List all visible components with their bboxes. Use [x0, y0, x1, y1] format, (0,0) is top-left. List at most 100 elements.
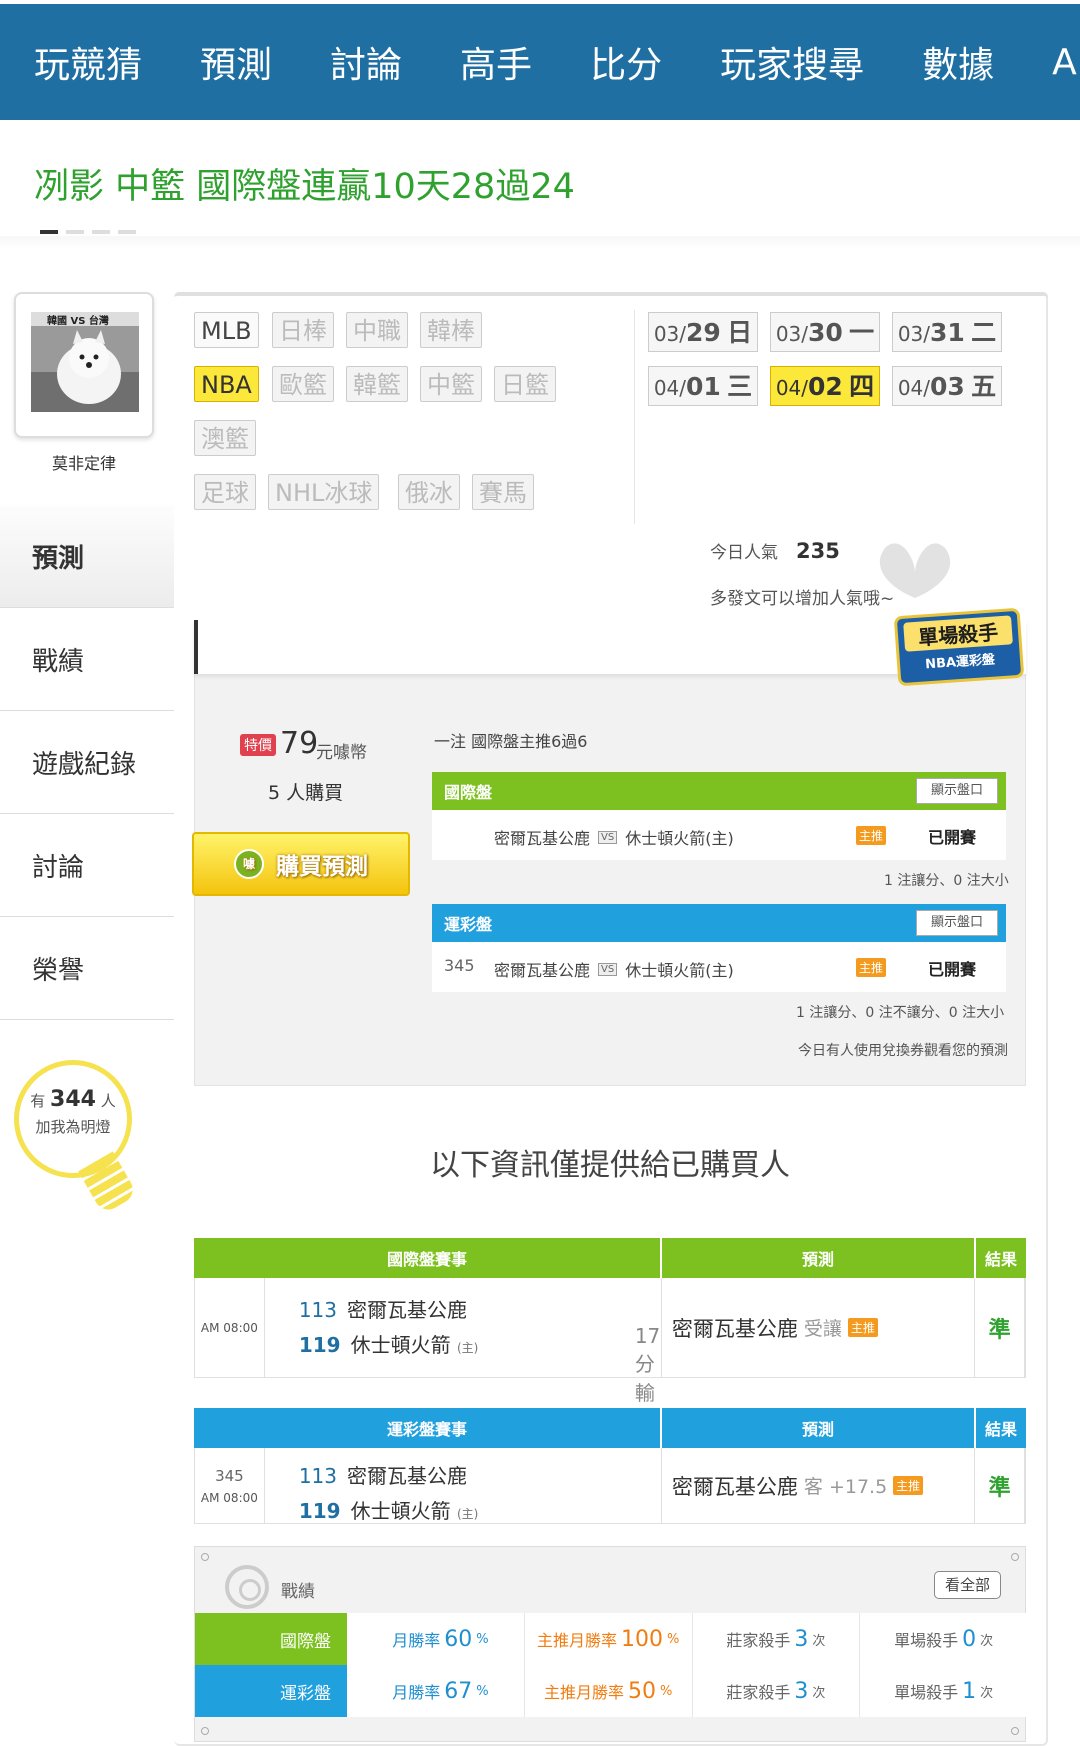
main-card-top	[174, 292, 1048, 302]
date-chip[interactable]: 04/01 三	[648, 366, 758, 406]
date-chip[interactable]: 03/29 日	[648, 312, 758, 352]
banker-killer-label: 莊家殺手	[726, 1683, 791, 1702]
sport-chip-nba[interactable]: NBA	[194, 366, 259, 402]
date-chip[interactable]: 03/30 一	[770, 312, 880, 352]
headline-link[interactable]: 冽影 中籃 國際盤連贏10天28過24	[34, 158, 575, 209]
sport-chip-soccer[interactable]: 足球	[194, 474, 256, 510]
away-team: 密爾瓦基公鹿	[347, 1464, 468, 1488]
sport-chip-khl[interactable]: 俄冰	[398, 474, 460, 510]
carousel-dot[interactable]	[66, 230, 84, 234]
col-header: 預測	[662, 1408, 976, 1448]
sport-chip-korea-basketball[interactable]: 韓籃	[346, 366, 408, 402]
sport-chip-npb[interactable]: 日棒	[272, 312, 334, 348]
main-pick-tag: 主推	[856, 958, 887, 977]
avatar-card[interactable]: 韓國 VS 台灣	[14, 292, 154, 438]
times-unit: 次	[980, 1685, 994, 1701]
record-box: 戰績 看全部 國際盤 月勝率 60% 主推月勝率 100% 莊家殺手 3 次 單場殺手 0…	[194, 1546, 1027, 1742]
monthly-win-rate: 67	[444, 1678, 473, 1704]
home-team: 休士頓火箭(主)	[625, 829, 734, 848]
fans-count: 344	[50, 1087, 96, 1112]
game-number: 345	[215, 1466, 244, 1485]
show-odds-button[interactable]: 顯示盤口	[915, 910, 998, 936]
banker-killer-label: 莊家殺手	[726, 1631, 791, 1650]
prediction-desc: 一注 國際盤主推6過6	[434, 732, 588, 751]
carousel-dot[interactable]	[92, 230, 110, 234]
nav-item-data[interactable]: 數據	[922, 36, 994, 88]
pick-team: 密爾瓦基公鹿	[671, 1474, 798, 1499]
sport-chip-japan-basketball[interactable]: 日籃	[494, 366, 556, 402]
date-chip-selected[interactable]: 04/02 四	[770, 366, 880, 406]
sidebar-item-record[interactable]: 戰績	[0, 608, 174, 711]
sport-chip-horse-racing[interactable]: 賽馬	[472, 474, 534, 510]
intl-bet-note: 1 注讓分、0 注大小	[884, 873, 1009, 889]
date-chip[interactable]: 04/03 五	[892, 366, 1002, 406]
sport-chip-cpbl[interactable]: 中職	[346, 312, 408, 348]
show-odds-button[interactable]: 顯示盤口	[915, 778, 998, 804]
nav-item-app[interactable]: APP	[1052, 42, 1080, 83]
date-md: 03/	[653, 322, 686, 346]
col-header: 運彩盤賽事	[194, 1408, 662, 1448]
sidebar-item-honor[interactable]: 榮譽	[0, 917, 174, 1020]
pct-unit: %	[476, 1683, 489, 1699]
vs-icon: VS	[598, 962, 618, 976]
main-monthly-win-rate: 50	[627, 1678, 656, 1704]
result: 準	[975, 1448, 1026, 1523]
butterfly-icon	[879, 543, 951, 598]
profile-name: 莫非定律	[51, 454, 116, 473]
intl-market-header: 國際盤 顯示盤口	[432, 772, 1006, 810]
popularity: 今日人氣 235	[710, 538, 840, 563]
away-team: 密爾瓦基公鹿	[494, 961, 591, 980]
nav-item-guess[interactable]: 玩競猜	[34, 36, 142, 88]
nav-item-experts[interactable]: 高手	[460, 36, 532, 88]
record-row-lottery: 運彩盤 月勝率 67% 主推月勝率 50% 莊家殺手 3 次 單場殺手 1 次	[195, 1665, 1027, 1717]
sport-chip-kbo[interactable]: 韓棒	[420, 312, 482, 348]
pct-unit: %	[666, 1631, 680, 1647]
monthly-label: 月勝率	[392, 1683, 441, 1702]
lottery-result-table: 運彩盤賽事 預測 結果 345 AM 08:00 113 密爾瓦基公鹿 119 休士頓…	[194, 1408, 1026, 1524]
sidebar-item-discuss[interactable]: 討論	[0, 814, 174, 917]
single-killer-label: 單場殺手	[894, 1631, 959, 1650]
col-header: 國際盤賽事	[194, 1238, 662, 1278]
sport-chip-china-basketball[interactable]: 中籃	[420, 366, 482, 402]
away-num: 113	[298, 1298, 338, 1322]
main-monthly-label: 主推月勝率	[543, 1683, 624, 1702]
sport-chip-euro-basketball[interactable]: 歐籃	[272, 366, 334, 402]
fans-text: 加我為明燈	[35, 1118, 111, 1136]
date-md: 04/	[653, 376, 686, 400]
sport-chip-aus-basketball[interactable]: 澳籃	[194, 420, 256, 456]
away-team: 密爾瓦基公鹿	[494, 829, 591, 848]
single-killer-label: 單場殺手	[894, 1683, 959, 1702]
sidebar-item-predict[interactable]: 預測	[0, 505, 174, 608]
carousel-dot[interactable]	[118, 230, 136, 234]
nav-item-scores[interactable]: 比分	[590, 36, 662, 88]
date-day: 03	[930, 372, 965, 401]
lottery-market-title: 運彩盤	[444, 915, 493, 934]
sidebar-item-game-log[interactable]: 遊戲紀錄	[0, 711, 174, 814]
buy-prediction-button[interactable]: 噱 購買預測	[192, 832, 410, 896]
carousel-dot[interactable]	[40, 230, 58, 234]
sport-chip-mlb[interactable]: MLB	[194, 312, 259, 348]
single-killer-count: 1	[962, 1678, 977, 1704]
fans-bulb[interactable]: 有 344 人 加我為明燈	[14, 1060, 132, 1178]
corner-dot	[1011, 1727, 1019, 1735]
monthly-win-rate: 60	[444, 1626, 473, 1652]
col-header: 結果	[976, 1408, 1026, 1448]
corner-dot	[1011, 1553, 1019, 1561]
home-num: 119	[298, 1333, 341, 1357]
view-all-button[interactable]: 看全部	[933, 1571, 1001, 1599]
intl-market-title: 國際盤	[444, 783, 493, 802]
date-weekday: 三	[727, 372, 753, 401]
nav-item-predict[interactable]: 預測	[200, 36, 272, 88]
home-mark: (主)	[456, 1507, 479, 1521]
sport-chip-nhl[interactable]: NHL冰球	[268, 474, 380, 510]
coin-icon: 噱	[234, 849, 264, 879]
lottery-market-row: 345 密爾瓦基公鹿 VS 休士頓火箭(主) 主推 已開賽	[432, 942, 1006, 992]
nav-item-player-search[interactable]: 玩家搜尋	[720, 36, 864, 88]
date-chip[interactable]: 03/31 二	[892, 312, 1002, 352]
nav-item-discuss[interactable]: 討論	[330, 36, 402, 88]
target-icon	[225, 1565, 269, 1609]
single-killer-count: 0	[962, 1626, 977, 1652]
date-day: 31	[930, 318, 965, 347]
date-md: 03/	[775, 322, 808, 346]
fans-suffix: 人	[100, 1092, 116, 1110]
